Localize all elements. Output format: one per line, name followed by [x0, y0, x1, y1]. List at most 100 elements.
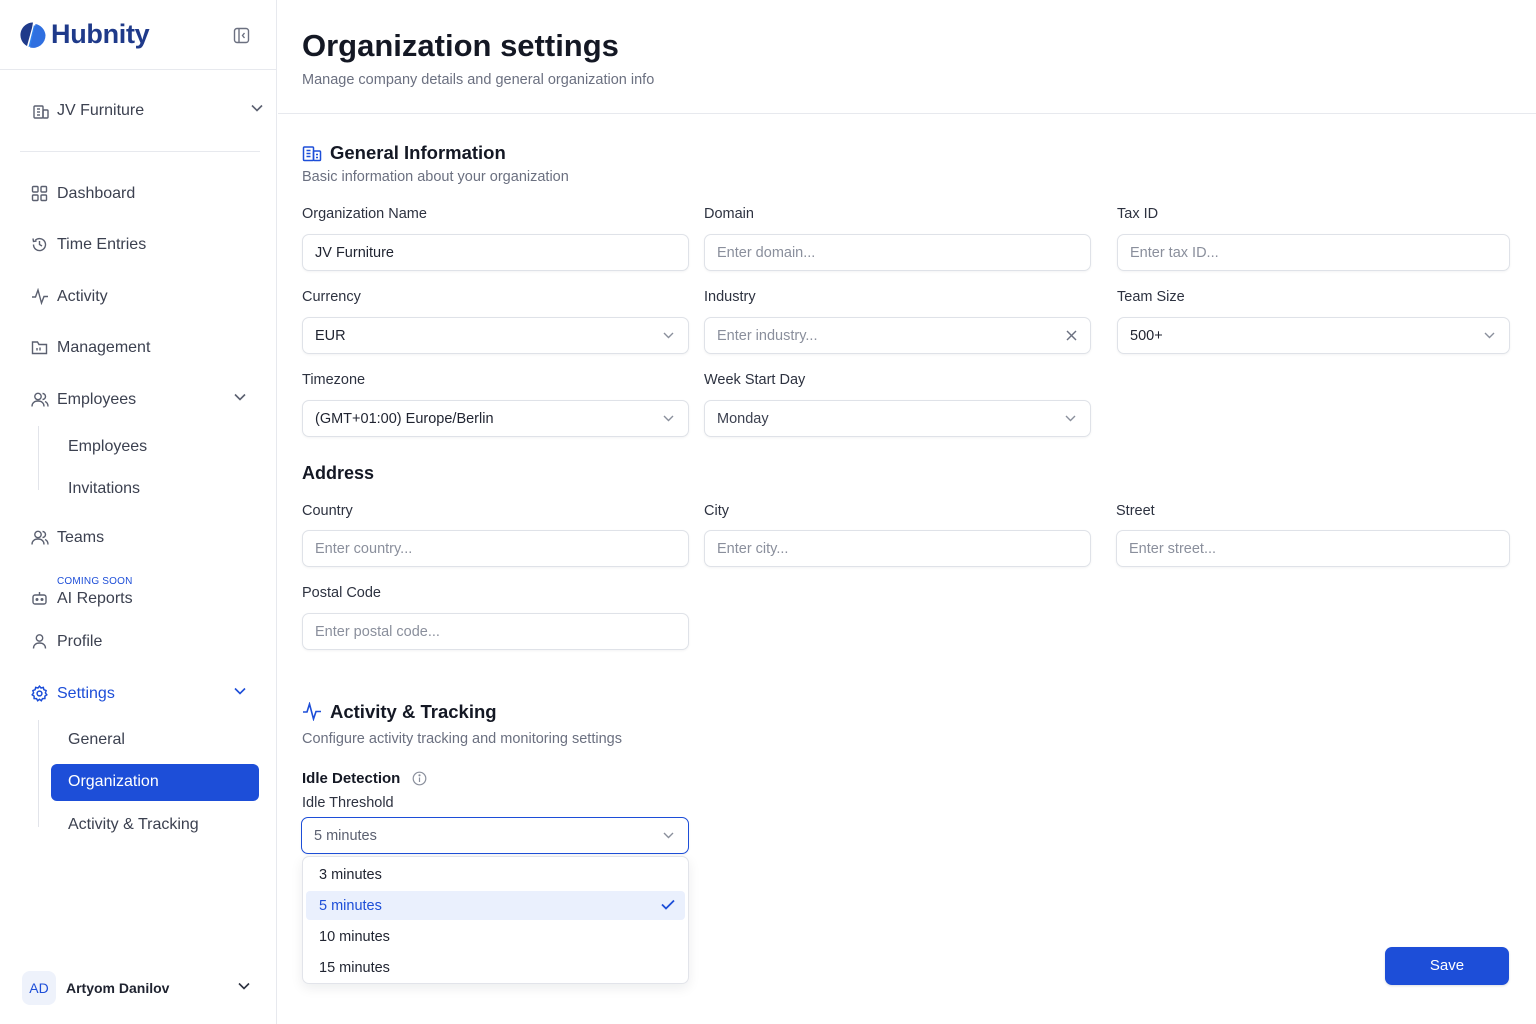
industry-input[interactable]: Enter industry... [704, 317, 1091, 354]
input-placeholder: Enter postal code... [315, 624, 440, 640]
sidebar-subitem-invitations[interactable]: Invitations [51, 471, 259, 508]
option-label: 10 minutes [319, 929, 390, 945]
sidebar-item-label: Time Entries [57, 236, 147, 253]
field-label: Postal Code [302, 585, 381, 601]
input-placeholder: Enter city... [717, 541, 789, 557]
sidebar-subitem-general[interactable]: General [51, 722, 259, 759]
history-icon [31, 236, 48, 253]
sidebar-subitem-label: Invitations [68, 480, 141, 497]
sidebar-item-settings[interactable]: Settings [20, 675, 260, 713]
sidebar-item-label: Management [57, 339, 151, 356]
input-placeholder: Enter domain... [717, 245, 816, 261]
sidebar-subitem-label: General [68, 731, 125, 748]
section-title: General Information [330, 142, 506, 163]
sidebar-item-label: Profile [57, 633, 103, 650]
close-icon[interactable] [1066, 330, 1077, 341]
submenu-line [38, 720, 39, 827]
sidebar-item-time-entries[interactable]: Time Entries [20, 226, 260, 264]
select-value: EUR [315, 328, 346, 344]
sidebar-item-dashboard[interactable]: Dashboard [20, 175, 260, 213]
field-label: Tax ID [1117, 206, 1159, 222]
option-label: 15 minutes [319, 960, 390, 976]
sidebar-item-management[interactable]: Management [20, 329, 260, 367]
field-label: Street [1116, 503, 1155, 519]
select-value: 500+ [1130, 328, 1163, 344]
sidebar-item-employees[interactable]: Employees [20, 381, 260, 419]
dropdown-option[interactable]: 10 minutes [306, 922, 685, 951]
user-icon [31, 633, 48, 650]
sidebar-item-ai-reports[interactable]: AI Reports [20, 580, 260, 618]
sidebar-subitem-label: Organization [68, 773, 159, 790]
field-label: Week Start Day [704, 372, 806, 388]
users-icon [31, 529, 49, 546]
select-value: 5 minutes [314, 828, 377, 844]
currency-select[interactable]: EUR [302, 317, 689, 354]
dropdown-option[interactable]: 15 minutes [306, 953, 685, 982]
sidebar-item-profile[interactable]: Profile [20, 623, 260, 661]
save-button[interactable]: Save [1385, 947, 1509, 985]
input-value: JV Furniture [315, 245, 394, 261]
section-subtitle: Configure activity tracking and monitori… [302, 731, 622, 747]
sidebar-item-activity[interactable]: Activity [20, 278, 260, 316]
idle-threshold-dropdown: 3 minutes 5 minutes 10 minutes 15 minute… [302, 856, 689, 984]
activity-icon [31, 288, 49, 305]
tax-id-input[interactable]: Enter tax ID... [1117, 234, 1510, 271]
field-label: City [704, 503, 729, 519]
check-icon [661, 899, 675, 910]
field-label: Industry [704, 289, 756, 305]
chevron-down-icon [663, 415, 674, 422]
header-divider [278, 113, 1536, 114]
sidebar-collapse-icon[interactable] [233, 27, 250, 44]
select-value: (GMT+01:00) Europe/Berlin [315, 411, 494, 427]
org-selector-label: JV Furniture [57, 102, 145, 119]
sidebar-item-label: Employees [57, 391, 137, 408]
input-placeholder: Enter industry... [717, 328, 818, 344]
input-placeholder: Enter country... [315, 541, 413, 557]
street-input[interactable]: Enter street... [1116, 530, 1510, 567]
chevron-down-icon [234, 687, 246, 695]
field-label: Team Size [1117, 289, 1185, 305]
sidebar-subitem-activity-tracking[interactable]: Activity & Tracking [51, 807, 259, 844]
address-title: Address [302, 463, 375, 483]
app-name: Hubnity [51, 19, 150, 49]
sidebar-subitem-employees[interactable]: Employees [51, 429, 259, 466]
chevron-down-icon [1065, 415, 1076, 422]
field-label: Timezone [302, 372, 366, 388]
domain-input[interactable]: Enter domain... [704, 234, 1091, 271]
week-start-select[interactable]: Monday [704, 400, 1091, 437]
idle-threshold-select[interactable]: 5 minutes [301, 817, 689, 854]
sidebar-item-label: AI Reports [57, 590, 133, 607]
team-size-select[interactable]: 500+ [1117, 317, 1510, 354]
hubnity-logo-icon [19, 21, 47, 49]
dropdown-option[interactable]: 3 minutes [306, 860, 685, 889]
dropdown-option-selected[interactable]: 5 minutes [306, 891, 685, 920]
org-selector[interactable]: JV Furniture [20, 94, 263, 128]
field-label: Idle Threshold [302, 795, 394, 811]
city-input[interactable]: Enter city... [704, 530, 1091, 567]
input-placeholder: Enter street... [1129, 541, 1217, 557]
section-title: Activity & Tracking [330, 701, 497, 722]
org-name-input[interactable]: JV Furniture [302, 234, 689, 271]
info-icon[interactable] [412, 771, 427, 786]
sidebar-subitem-organization[interactable]: Organization [51, 764, 259, 801]
chevron-down-icon [1484, 332, 1495, 339]
input-placeholder: Enter tax ID... [1130, 245, 1219, 261]
country-input[interactable]: Enter country... [302, 530, 689, 567]
postal-code-input[interactable]: Enter postal code... [302, 613, 689, 650]
page-subtitle: Manage company details and general organ… [302, 72, 655, 88]
field-label: Currency [302, 289, 361, 305]
timezone-select[interactable]: (GMT+01:00) Europe/Berlin [302, 400, 689, 437]
sidebar-subitem-label: Activity & Tracking [68, 816, 199, 833]
chevron-down-icon [234, 393, 246, 401]
chevron-down-icon [663, 832, 674, 839]
field-label: Country [302, 503, 353, 519]
user-menu[interactable]: AD Artyom Danilov [20, 968, 260, 1008]
sidebar-item-teams[interactable]: Teams [20, 519, 260, 557]
building-icon [302, 143, 322, 162]
field-label: Domain [704, 206, 754, 222]
option-label: 3 minutes [319, 867, 382, 883]
folder-icon [31, 339, 48, 356]
dashboard-icon [31, 185, 48, 202]
activity-icon [302, 702, 322, 721]
chevron-down-icon [238, 982, 250, 990]
